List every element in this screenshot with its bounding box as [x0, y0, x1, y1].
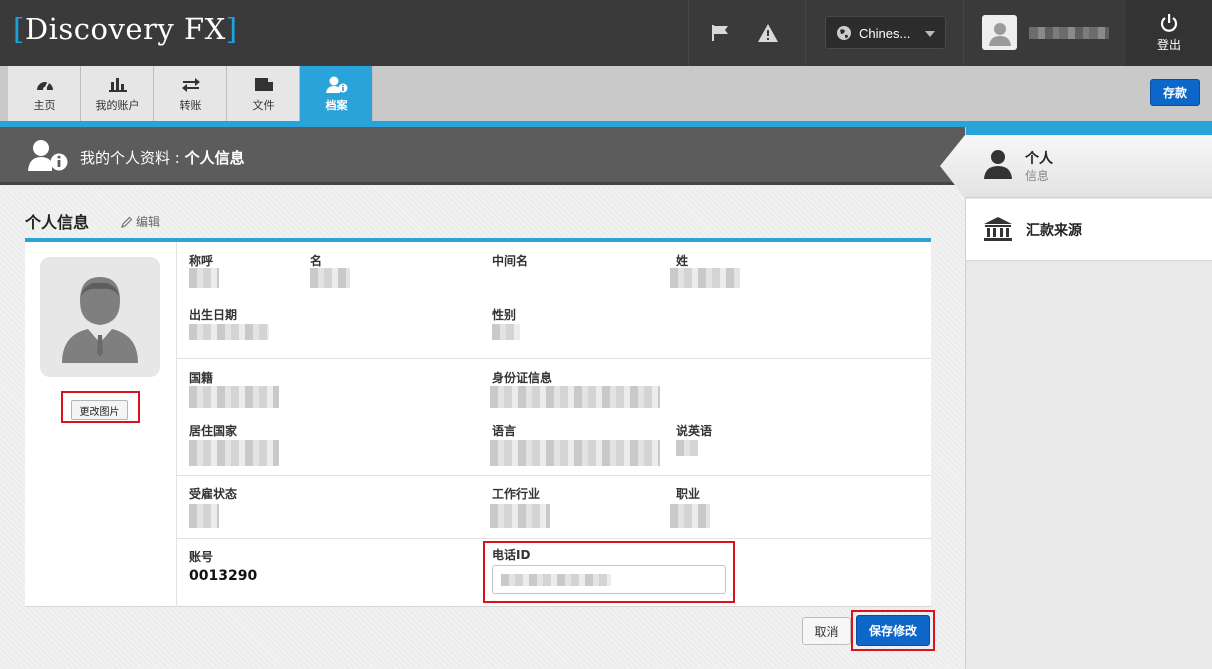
transfer-icon: [181, 78, 200, 92]
separator: [805, 0, 806, 66]
profile-card: 更改图片: [25, 238, 931, 607]
pencil-icon: [121, 216, 133, 228]
cancel-button[interactable]: 取消: [802, 617, 851, 645]
dob-label: 出生日期: [189, 308, 238, 322]
deposit-button[interactable]: 存款: [1150, 79, 1200, 106]
occupation-value: [670, 504, 710, 528]
sidebar-item-label: 汇款来源: [1026, 223, 1082, 239]
logout-button[interactable]: 登出: [1126, 0, 1212, 66]
user-icon: [988, 22, 1011, 46]
industry-label: 工作行业: [492, 487, 541, 501]
save-changes-button[interactable]: 保存修改: [856, 615, 930, 646]
nav-item-home[interactable]: 主页: [8, 66, 81, 121]
middle-name-label: 中间名: [492, 254, 529, 268]
employment-status-value: [189, 504, 219, 528]
salutation-value: [189, 268, 219, 288]
edit-link[interactable]: 编辑: [121, 213, 160, 230]
country-of-residence-value: [189, 440, 279, 466]
dob-value: [189, 324, 269, 340]
folder-icon: [254, 78, 273, 91]
main-nav: 主页 我的账户 转账 文件 档案 存款: [0, 66, 1212, 129]
last-name-value: [670, 268, 740, 288]
bank-icon: [983, 216, 1013, 246]
salutation-label: 称呼: [189, 254, 214, 268]
language-label-field: 语言: [492, 424, 517, 438]
account-number-value: 0013290: [189, 568, 258, 584]
occupation-label: 职业: [676, 487, 701, 501]
highlight-phone-id: [483, 541, 735, 603]
nav-item-transfer[interactable]: 转账: [154, 66, 227, 121]
top-bar: [Discovery FX] Chines... 登出: [0, 0, 1212, 66]
profile-sidebar: 汇款来源: [965, 127, 1212, 669]
person-icon: [982, 149, 1014, 183]
page-header: 我的个人资料 : 个人信息: [0, 127, 965, 185]
country-of-residence-label: 居住国家: [189, 424, 238, 438]
user-avatar[interactable]: [982, 15, 1017, 50]
profile-icon: [325, 76, 347, 93]
dashboard-icon: [36, 80, 53, 91]
photo-column: 更改图片: [25, 242, 177, 607]
id-info-label: 身份证信息: [492, 371, 553, 385]
gender-value: [492, 324, 520, 340]
separator: [688, 0, 689, 66]
flag-icon[interactable]: [709, 22, 731, 44]
app-logo[interactable]: [Discovery FX]: [13, 12, 238, 46]
nationality-label: 国籍: [189, 371, 214, 385]
speaks-english-label: 说英语: [676, 424, 713, 438]
sidebar-item-title: 个人: [1025, 151, 1053, 167]
account-number-label: 账号: [189, 550, 214, 564]
highlight-change-photo: [61, 391, 140, 423]
username-redacted: [1029, 27, 1109, 39]
bar-chart-icon: [108, 78, 127, 92]
employment-row: [177, 476, 931, 539]
first-name-label: 名: [310, 254, 323, 268]
nav-item-my-account[interactable]: 我的账户: [81, 66, 154, 121]
speaks-english-value: [676, 440, 698, 456]
sidebar-accent: [966, 127, 1212, 135]
page-title: 我的个人资料 : 个人信息: [80, 149, 245, 167]
separator: [963, 0, 964, 66]
language-value: [490, 440, 660, 466]
first-name-value: [310, 268, 350, 288]
power-icon: [1160, 14, 1178, 32]
sidebar-item-subtitle: 信息: [1025, 169, 1050, 183]
profile-info-icon: [28, 139, 68, 177]
employment-status-label: 受雇状态: [189, 487, 238, 501]
chevron-down-icon: [925, 31, 935, 37]
sidebar-item-personal-info[interactable]: 个人 信息: [940, 135, 1212, 198]
language-select[interactable]: Chines...: [825, 16, 946, 49]
nav-item-profile[interactable]: 档案: [300, 66, 373, 129]
nationality-value: [189, 386, 279, 408]
person-silhouette-icon: [62, 277, 138, 363]
logout-label: 登出: [1156, 38, 1181, 52]
nav-item-files[interactable]: 文件: [227, 66, 300, 121]
warning-icon[interactable]: [757, 22, 779, 44]
industry-value: [490, 504, 550, 528]
profile-photo: [40, 257, 160, 377]
globe-icon: [836, 25, 852, 45]
id-info-value: [490, 386, 660, 408]
gender-label: 性别: [492, 308, 517, 322]
section-title: 个人信息: [25, 213, 90, 232]
language-label: Chines...: [859, 26, 911, 41]
last-name-label: 姓: [676, 254, 689, 268]
sidebar-item-remittance-source[interactable]: 汇款来源: [966, 199, 1212, 261]
name-row: [177, 242, 931, 359]
